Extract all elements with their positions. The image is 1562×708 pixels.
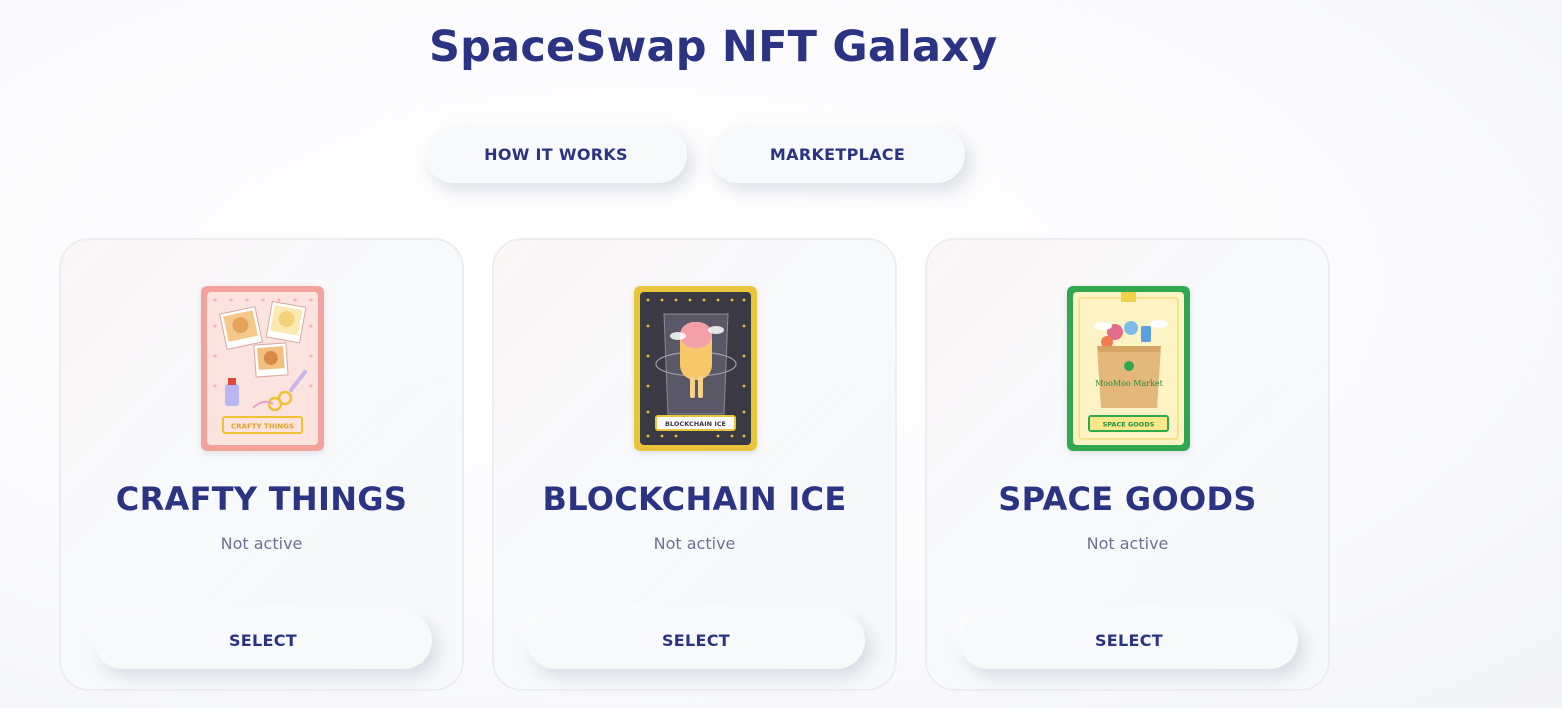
crafty-things-card-image: CRAFTY THINGS	[201, 286, 324, 451]
how-it-works-button[interactable]: HOW IT WORKS	[425, 126, 687, 183]
blockchain-ice-art: BLOCKCHAIN ICE	[634, 286, 757, 451]
space-goods-art-label: SPACE GOODS	[1103, 421, 1155, 429]
collection-status: Not active	[653, 534, 736, 553]
page-title: SpaceSwap NFT Galaxy	[429, 22, 998, 72]
collection-card-space-goods: MooMoo Market SPACE GOODS SPACE GOODS No…	[925, 238, 1330, 691]
space-goods-bag-text: MooMoo Market	[1095, 379, 1164, 388]
collection-title: CRAFTY THINGS	[115, 480, 408, 518]
collection-card-blockchain-ice: BLOCKCHAIN ICE BLOCKCHAIN ICE Not active…	[492, 238, 897, 691]
marketplace-button[interactable]: MARKETPLACE	[710, 126, 965, 183]
collection-status: Not active	[220, 534, 303, 553]
collection-title: SPACE GOODS	[998, 480, 1257, 518]
collection-status: Not active	[1086, 534, 1169, 553]
select-blockchain-ice-button[interactable]: SELECT	[527, 612, 865, 669]
blockchain-ice-card-image: BLOCKCHAIN ICE	[634, 286, 757, 451]
collection-card-crafty-things: CRAFTY THINGS CRAFTY THINGS Not active S…	[59, 238, 464, 691]
select-space-goods-button[interactable]: SELECT	[960, 612, 1298, 669]
blockchain-ice-art-label: BLOCKCHAIN ICE	[665, 420, 726, 428]
space-goods-art: MooMoo Market SPACE GOODS	[1067, 286, 1190, 451]
crafty-things-art: CRAFTY THINGS	[201, 286, 324, 451]
collection-title: BLOCKCHAIN ICE	[542, 480, 847, 518]
select-crafty-things-button[interactable]: SELECT	[94, 612, 432, 669]
crafty-things-art-label: CRAFTY THINGS	[231, 423, 294, 431]
space-goods-card-image: MooMoo Market SPACE GOODS	[1067, 286, 1190, 451]
